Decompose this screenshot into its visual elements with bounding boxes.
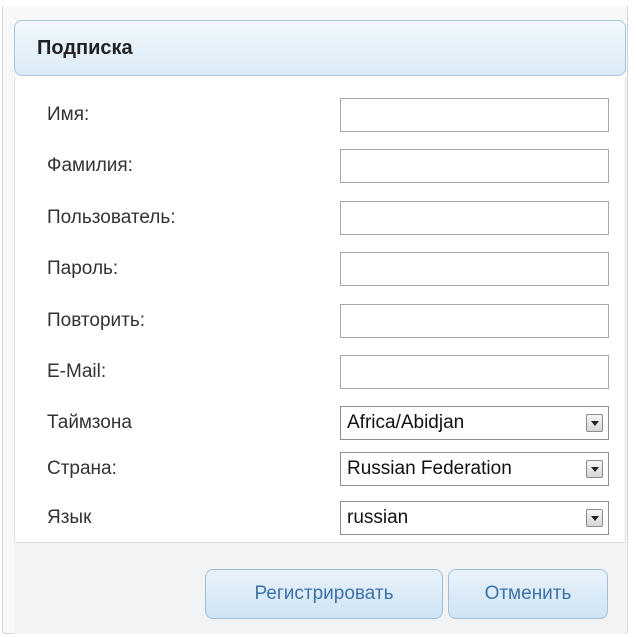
email-input[interactable] xyxy=(340,355,609,389)
repeat-password-input[interactable] xyxy=(340,304,609,338)
password-label: Пароль: xyxy=(47,258,119,279)
username-row: Пользователь: xyxy=(15,201,625,235)
cancel-button[interactable]: Отменить xyxy=(448,569,608,619)
chevron-down-icon[interactable] xyxy=(586,460,603,478)
first-name-label: Имя: xyxy=(47,104,90,125)
repeat-password-row: Повторить: xyxy=(15,304,625,338)
last-name-input[interactable] xyxy=(340,149,609,183)
chevron-down-icon[interactable] xyxy=(586,509,603,527)
language-label: Язык xyxy=(47,507,92,528)
language-row: Язык russian xyxy=(15,501,625,535)
language-select[interactable]: russian xyxy=(340,501,609,535)
timezone-value: Africa/Abidjan xyxy=(347,412,465,433)
timezone-select[interactable]: Africa/Abidjan xyxy=(340,406,609,440)
country-select[interactable]: Russian Federation xyxy=(340,452,609,486)
password-input[interactable] xyxy=(340,252,609,286)
page-title: Подписка xyxy=(37,37,133,59)
username-input[interactable] xyxy=(340,201,609,235)
first-name-input[interactable] xyxy=(340,98,609,132)
form-footer: Регистрировать Отменить xyxy=(14,542,626,634)
country-row: Страна: Russian Federation xyxy=(15,452,625,486)
timezone-label: Таймзона xyxy=(47,412,132,433)
password-row: Пароль: xyxy=(15,252,625,286)
language-value: russian xyxy=(347,507,409,528)
chevron-down-icon[interactable] xyxy=(586,414,603,432)
email-row: E-Mail: xyxy=(15,355,625,389)
last-name-label: Фамилия: xyxy=(47,155,133,176)
first-name-row: Имя: xyxy=(15,98,625,132)
register-button[interactable]: Регистрировать xyxy=(205,569,443,619)
email-label: E-Mail: xyxy=(47,361,107,382)
registration-form: Имя: Фамилия: Пользователь: Пароль: Повт… xyxy=(14,76,626,542)
country-label: Страна: xyxy=(47,458,117,479)
country-value: Russian Federation xyxy=(347,458,512,479)
username-label: Пользователь: xyxy=(47,207,176,228)
repeat-password-label: Повторить: xyxy=(47,310,146,331)
last-name-row: Фамилия: xyxy=(15,149,625,183)
panel-header: Подписка xyxy=(14,20,626,76)
timezone-row: Таймзона Africa/Abidjan xyxy=(15,406,625,440)
